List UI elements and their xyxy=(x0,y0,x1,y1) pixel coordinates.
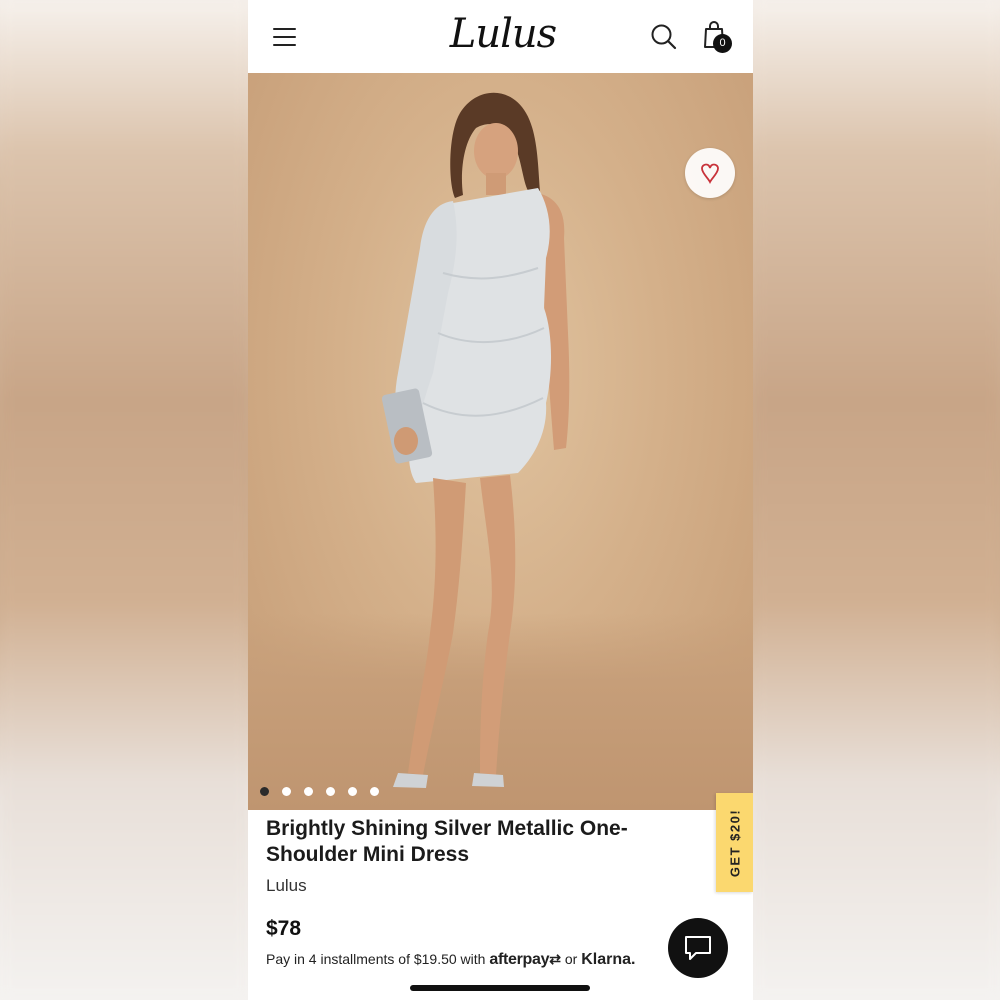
pagination-dot-1[interactable] xyxy=(260,787,269,796)
heart-icon xyxy=(701,163,719,185)
blurred-background-right xyxy=(753,0,1000,1000)
installments-text: Pay in 4 installments of $19.50 with xyxy=(266,951,486,967)
pagination-dot-3[interactable] xyxy=(304,787,313,796)
product-brand[interactable]: Lulus xyxy=(266,876,307,896)
pagination-dot-2[interactable] xyxy=(282,787,291,796)
afterpay-link[interactable]: afterpay xyxy=(489,951,549,968)
model-in-silver-dress-illustration xyxy=(381,92,570,788)
product-title: Brightly Shining Silver Metallic One-Sho… xyxy=(266,817,628,866)
home-indicator xyxy=(410,985,590,991)
pagination-dot-6[interactable] xyxy=(370,787,379,796)
chat-button[interactable] xyxy=(668,918,728,978)
chat-bubble-icon xyxy=(685,936,711,960)
promo-tab-label: GET $20! xyxy=(727,808,742,877)
blurred-background-left xyxy=(0,0,248,1000)
product-price: $78 xyxy=(266,917,302,940)
hamburger-menu-icon[interactable] xyxy=(272,24,298,50)
site-header: Lulus 0 xyxy=(248,0,753,73)
wishlist-button[interactable] xyxy=(685,148,735,198)
pagination-dot-4[interactable] xyxy=(326,787,335,796)
afterpay-logo-icon: ⇄ xyxy=(549,951,561,967)
cart-count-badge: 0 xyxy=(713,34,732,53)
site-logo[interactable]: Lulus xyxy=(448,8,558,60)
mobile-page: Lulus 0 Brightly Shining Silver Metallic… xyxy=(248,0,753,1000)
promo-tab-button[interactable]: GET $20! xyxy=(716,793,753,892)
klarna-link[interactable]: Klarna. xyxy=(581,951,635,968)
image-pagination-dots xyxy=(260,787,390,799)
product-image[interactable] xyxy=(248,73,753,810)
pagination-dot-5[interactable] xyxy=(348,787,357,796)
or-text: or xyxy=(564,951,578,967)
search-icon[interactable] xyxy=(650,23,678,51)
